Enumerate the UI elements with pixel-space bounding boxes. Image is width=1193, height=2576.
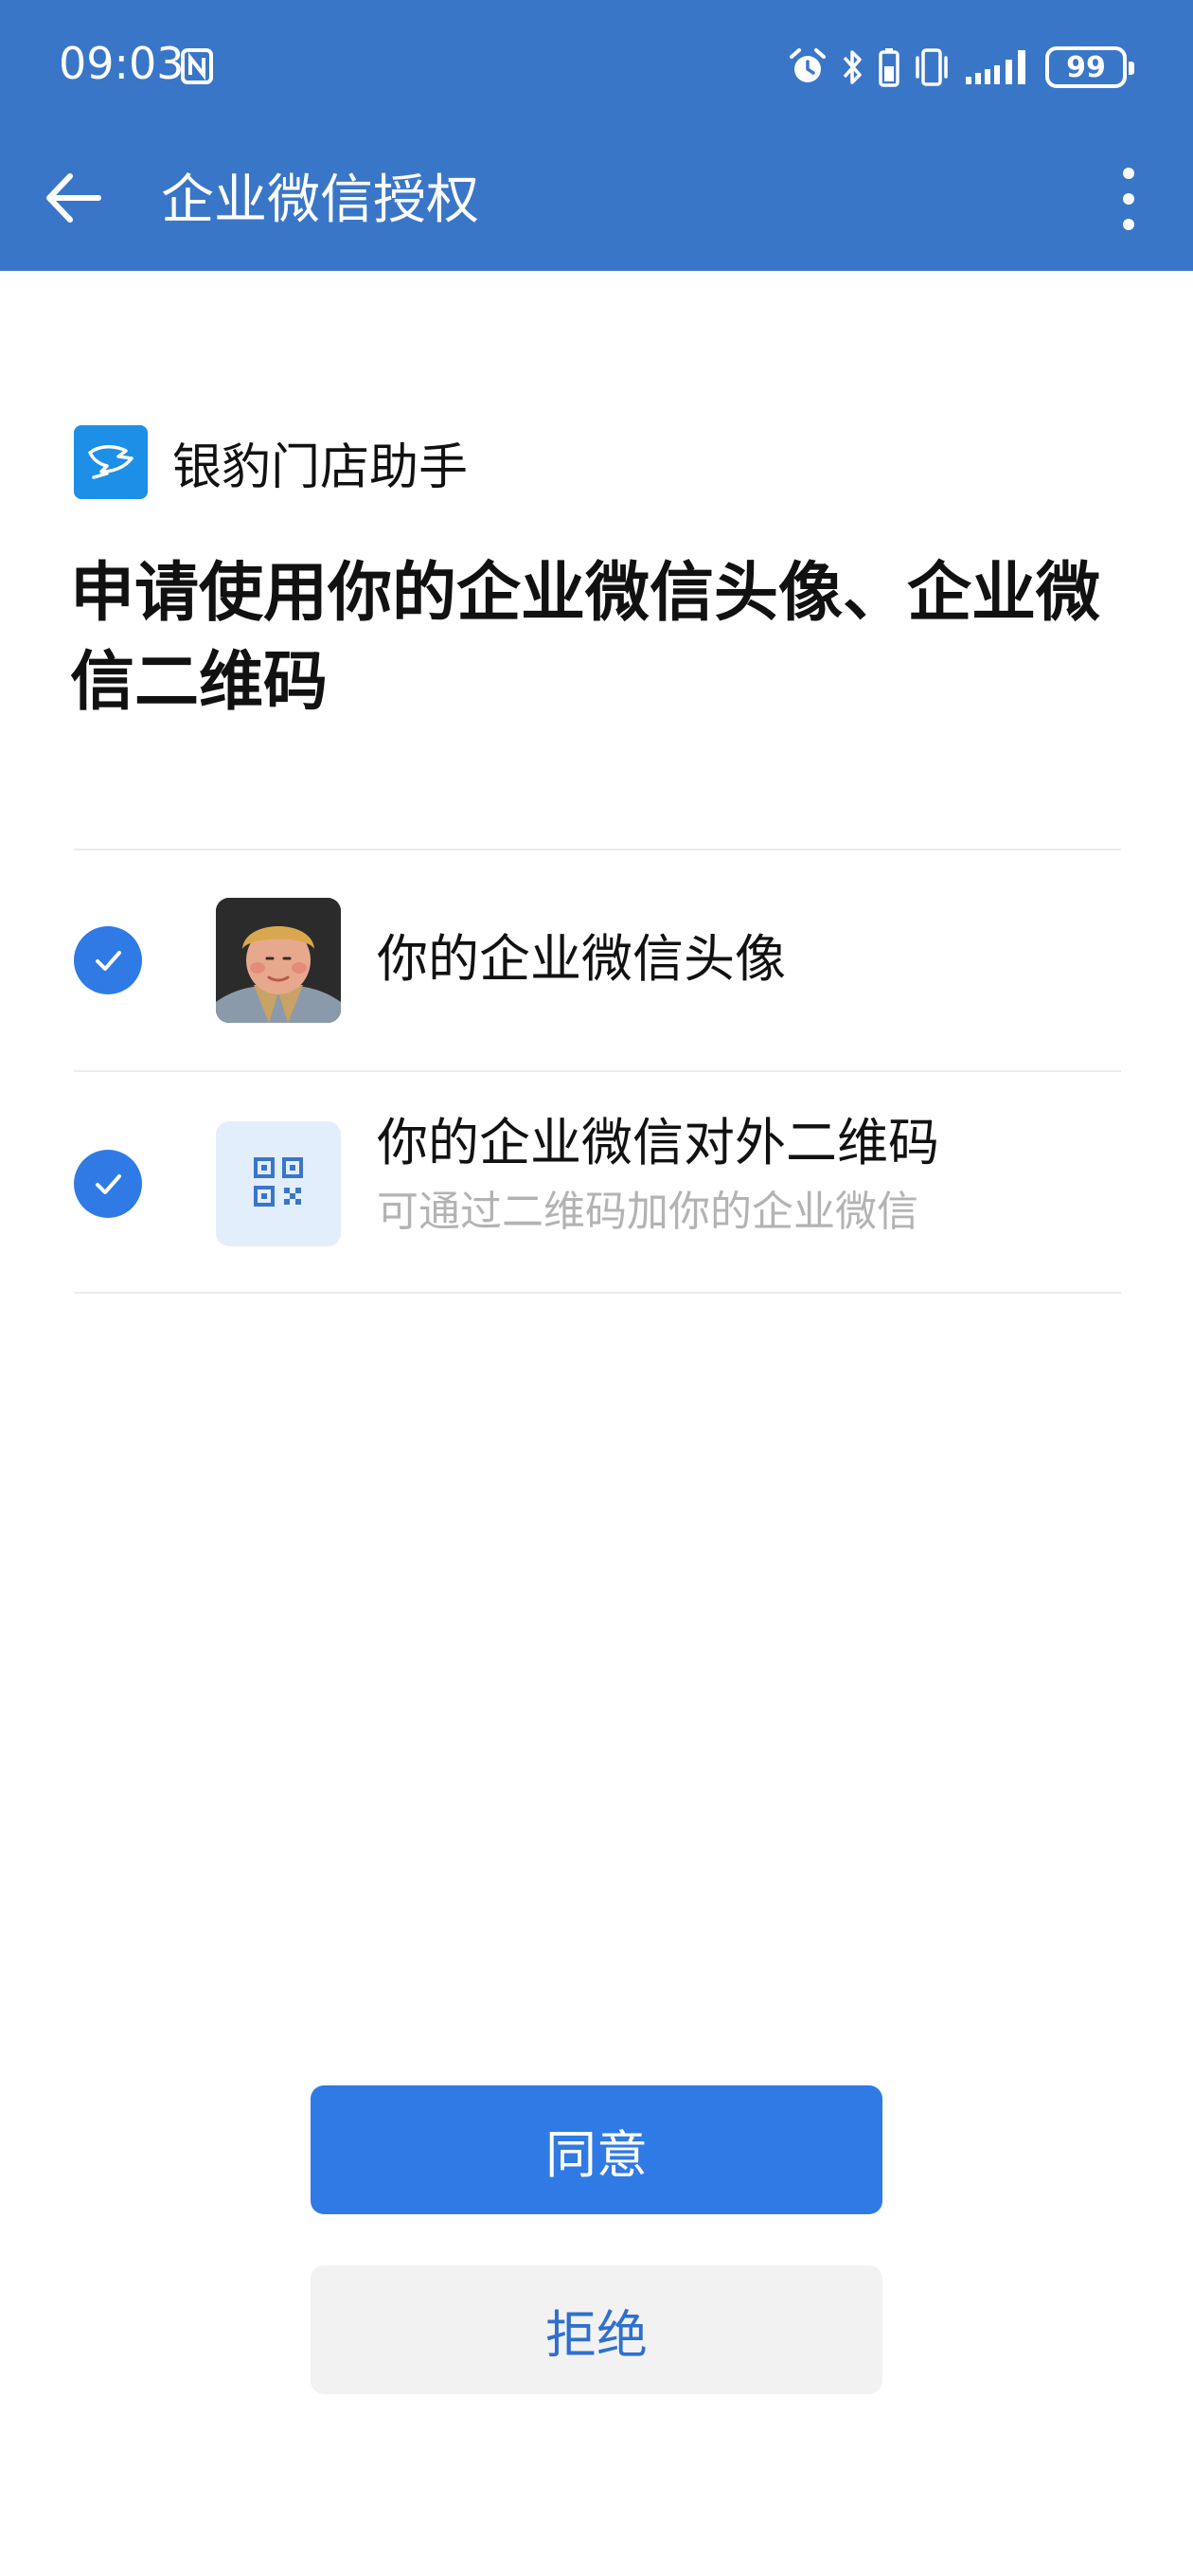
alarm-icon <box>788 47 828 87</box>
reject-button[interactable]: 拒绝 <box>311 2265 882 2394</box>
battery-icon: 99 <box>1045 46 1134 88</box>
back-arrow-icon[interactable] <box>42 167 104 229</box>
avatar <box>216 898 341 1023</box>
divider <box>74 1292 1121 1294</box>
permission-row-qrcode[interactable]: 你的企业微信对外二维码 可通过二维码加你的企业微信 <box>74 1072 1121 1292</box>
signal-icon <box>964 48 1032 86</box>
status-bar: 09:03 99 <box>0 0 1193 133</box>
permission-row-avatar[interactable]: 你的企业微信头像 <box>74 850 1121 1070</box>
permission-label: 你的企业微信对外二维码 <box>377 1113 939 1172</box>
request-title: 申请使用你的企业微信头像、企业微信二维码 <box>70 556 1101 720</box>
status-icons: 99 <box>788 44 1134 91</box>
status-time: 09:03 <box>59 38 185 89</box>
permission-label: 你的企业微信头像 <box>377 929 786 989</box>
requesting-app: 银豹门店助手 <box>74 424 468 500</box>
more-vertical-icon[interactable] <box>1110 161 1148 237</box>
app-bar: 企业微信授权 <box>0 133 1193 271</box>
checkmark-icon[interactable] <box>74 926 142 994</box>
qr-code-icon <box>252 1155 305 1212</box>
app-logo-icon <box>74 425 148 499</box>
vibrate-icon <box>913 46 951 88</box>
agree-button[interactable]: 同意 <box>311 2085 882 2214</box>
page-title: 企业微信授权 <box>161 170 479 231</box>
battery-saver-icon <box>879 47 899 87</box>
header: 09:03 99 企业微信授权 <box>0 0 1193 271</box>
battery-nub <box>1129 62 1134 75</box>
permission-description: 可通过二维码加你的企业微信 <box>377 1188 918 1236</box>
qr-code-thumbnail <box>216 1121 341 1246</box>
nfc-icon <box>180 47 214 85</box>
battery-level: 99 <box>1066 50 1106 84</box>
checkmark-icon[interactable] <box>74 1150 142 1218</box>
app-name: 银豹门店助手 <box>172 438 469 496</box>
bluetooth-icon <box>841 46 865 88</box>
